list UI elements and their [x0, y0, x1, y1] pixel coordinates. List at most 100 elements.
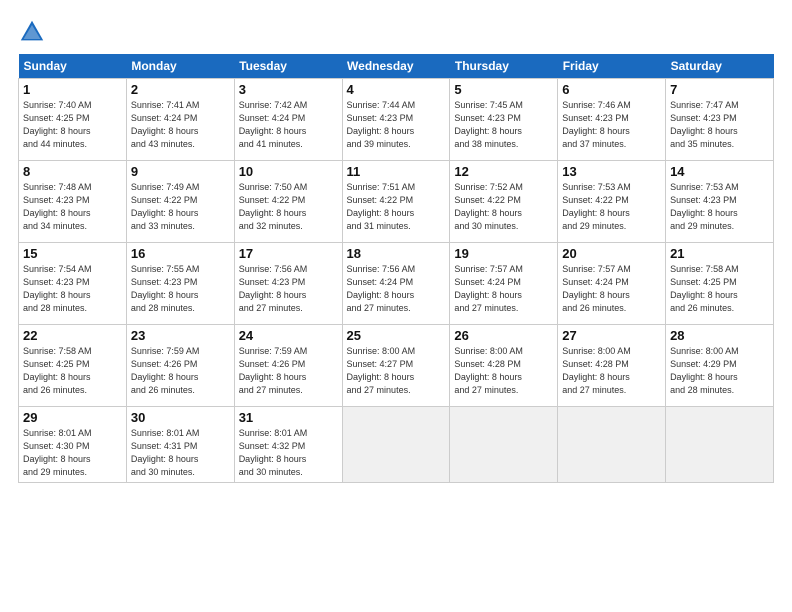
- day-number: 12: [454, 164, 553, 179]
- day-header-monday: Monday: [126, 54, 234, 79]
- day-cell-25: 25 Sunrise: 8:00 AM Sunset: 4:27 PM Dayli…: [342, 325, 450, 407]
- day-number: 4: [347, 82, 446, 97]
- day-cell-3: 3 Sunrise: 7:42 AM Sunset: 4:24 PM Daylig…: [234, 79, 342, 161]
- week-row-4: 22 Sunrise: 7:58 AM Sunset: 4:25 PM Dayli…: [19, 325, 774, 407]
- day-info: Sunrise: 7:54 AM Sunset: 4:23 PM Dayligh…: [23, 263, 122, 315]
- day-number: 6: [562, 82, 661, 97]
- day-header-tuesday: Tuesday: [234, 54, 342, 79]
- day-info: Sunrise: 7:53 AM Sunset: 4:22 PM Dayligh…: [562, 181, 661, 233]
- day-number: 18: [347, 246, 446, 261]
- day-number: 7: [670, 82, 769, 97]
- day-number: 14: [670, 164, 769, 179]
- day-number: 27: [562, 328, 661, 343]
- day-number: 13: [562, 164, 661, 179]
- day-cell-27: 27 Sunrise: 8:00 AM Sunset: 4:28 PM Dayli…: [558, 325, 666, 407]
- day-info: Sunrise: 7:46 AM Sunset: 4:23 PM Dayligh…: [562, 99, 661, 151]
- day-header-wednesday: Wednesday: [342, 54, 450, 79]
- day-number: 8: [23, 164, 122, 179]
- day-number: 5: [454, 82, 553, 97]
- day-number: 9: [131, 164, 230, 179]
- day-cell-28: 28 Sunrise: 8:00 AM Sunset: 4:29 PM Dayli…: [666, 325, 774, 407]
- day-number: 25: [347, 328, 446, 343]
- day-cell-14: 14 Sunrise: 7:53 AM Sunset: 4:23 PM Dayli…: [666, 161, 774, 243]
- day-number: 11: [347, 164, 446, 179]
- day-number: 30: [131, 410, 230, 425]
- day-cell-2: 2 Sunrise: 7:41 AM Sunset: 4:24 PM Daylig…: [126, 79, 234, 161]
- day-number: 31: [239, 410, 338, 425]
- day-cell-8: 8 Sunrise: 7:48 AM Sunset: 4:23 PM Daylig…: [19, 161, 127, 243]
- day-cell-29: 29 Sunrise: 8:01 AM Sunset: 4:30 PM Dayli…: [19, 407, 127, 483]
- day-info: Sunrise: 8:01 AM Sunset: 4:32 PM Dayligh…: [239, 427, 338, 479]
- empty-cell: [450, 407, 558, 483]
- day-cell-11: 11 Sunrise: 7:51 AM Sunset: 4:22 PM Dayli…: [342, 161, 450, 243]
- logo: [18, 18, 50, 46]
- day-cell-18: 18 Sunrise: 7:56 AM Sunset: 4:24 PM Dayli…: [342, 243, 450, 325]
- day-info: Sunrise: 7:58 AM Sunset: 4:25 PM Dayligh…: [23, 345, 122, 397]
- week-row-2: 8 Sunrise: 7:48 AM Sunset: 4:23 PM Daylig…: [19, 161, 774, 243]
- day-cell-12: 12 Sunrise: 7:52 AM Sunset: 4:22 PM Dayli…: [450, 161, 558, 243]
- day-cell-21: 21 Sunrise: 7:58 AM Sunset: 4:25 PM Dayli…: [666, 243, 774, 325]
- day-info: Sunrise: 7:49 AM Sunset: 4:22 PM Dayligh…: [131, 181, 230, 233]
- day-cell-9: 9 Sunrise: 7:49 AM Sunset: 4:22 PM Daylig…: [126, 161, 234, 243]
- day-cell-22: 22 Sunrise: 7:58 AM Sunset: 4:25 PM Dayli…: [19, 325, 127, 407]
- day-number: 10: [239, 164, 338, 179]
- day-info: Sunrise: 8:01 AM Sunset: 4:31 PM Dayligh…: [131, 427, 230, 479]
- day-cell-30: 30 Sunrise: 8:01 AM Sunset: 4:31 PM Dayli…: [126, 407, 234, 483]
- day-info: Sunrise: 7:48 AM Sunset: 4:23 PM Dayligh…: [23, 181, 122, 233]
- week-row-3: 15Sunrise: 7:54 AM Sunset: 4:23 PM Dayli…: [19, 243, 774, 325]
- day-number: 28: [670, 328, 769, 343]
- day-info: Sunrise: 8:00 AM Sunset: 4:29 PM Dayligh…: [670, 345, 769, 397]
- day-info: Sunrise: 8:00 AM Sunset: 4:28 PM Dayligh…: [562, 345, 661, 397]
- day-info: Sunrise: 7:58 AM Sunset: 4:25 PM Dayligh…: [670, 263, 769, 315]
- day-cell-19: 19Sunrise: 7:57 AM Sunset: 4:24 PM Dayli…: [450, 243, 558, 325]
- day-info: Sunrise: 7:47 AM Sunset: 4:23 PM Dayligh…: [670, 99, 769, 151]
- day-info: Sunrise: 7:44 AM Sunset: 4:23 PM Dayligh…: [347, 99, 446, 151]
- day-number: 26: [454, 328, 553, 343]
- day-info: Sunrise: 7:50 AM Sunset: 4:22 PM Dayligh…: [239, 181, 338, 233]
- day-cell-13: 13 Sunrise: 7:53 AM Sunset: 4:22 PM Dayli…: [558, 161, 666, 243]
- empty-cell: [342, 407, 450, 483]
- day-number: 3: [239, 82, 338, 97]
- day-number: 21: [670, 246, 769, 261]
- empty-cell: [558, 407, 666, 483]
- day-info: Sunrise: 7:41 AM Sunset: 4:24 PM Dayligh…: [131, 99, 230, 151]
- day-cell-16: 16Sunrise: 7:55 AM Sunset: 4:23 PM Dayli…: [126, 243, 234, 325]
- day-cell-15: 15Sunrise: 7:54 AM Sunset: 4:23 PM Dayli…: [19, 243, 127, 325]
- day-header-saturday: Saturday: [666, 54, 774, 79]
- day-number: 1: [23, 82, 122, 97]
- day-info: Sunrise: 8:01 AM Sunset: 4:30 PM Dayligh…: [23, 427, 122, 479]
- day-header-thursday: Thursday: [450, 54, 558, 79]
- day-number: 29: [23, 410, 122, 425]
- day-cell-23: 23 Sunrise: 7:59 AM Sunset: 4:26 PM Dayli…: [126, 325, 234, 407]
- day-info: Sunrise: 7:52 AM Sunset: 4:22 PM Dayligh…: [454, 181, 553, 233]
- day-info: Sunrise: 7:42 AM Sunset: 4:24 PM Dayligh…: [239, 99, 338, 151]
- day-number: 23: [131, 328, 230, 343]
- day-number: 22: [23, 328, 122, 343]
- day-info: Sunrise: 7:56 AM Sunset: 4:23 PM Dayligh…: [239, 263, 338, 315]
- day-info: Sunrise: 8:00 AM Sunset: 4:27 PM Dayligh…: [347, 345, 446, 397]
- day-cell-7: 7 Sunrise: 7:47 AM Sunset: 4:23 PM Daylig…: [666, 79, 774, 161]
- day-number: 2: [131, 82, 230, 97]
- day-info: Sunrise: 7:45 AM Sunset: 4:23 PM Dayligh…: [454, 99, 553, 151]
- day-header-row: SundayMondayTuesdayWednesdayThursdayFrid…: [19, 54, 774, 79]
- day-info: Sunrise: 7:59 AM Sunset: 4:26 PM Dayligh…: [131, 345, 230, 397]
- day-info: Sunrise: 7:40 AM Sunset: 4:25 PM Dayligh…: [23, 99, 122, 151]
- day-cell-1: 1 Sunrise: 7:40 AM Sunset: 4:25 PM Daylig…: [19, 79, 127, 161]
- calendar-table: SundayMondayTuesdayWednesdayThursdayFrid…: [18, 54, 774, 483]
- day-number: 20: [562, 246, 661, 261]
- day-cell-5: 5 Sunrise: 7:45 AM Sunset: 4:23 PM Daylig…: [450, 79, 558, 161]
- day-info: Sunrise: 8:00 AM Sunset: 4:28 PM Dayligh…: [454, 345, 553, 397]
- day-header-sunday: Sunday: [19, 54, 127, 79]
- week-row-1: 1 Sunrise: 7:40 AM Sunset: 4:25 PM Daylig…: [19, 79, 774, 161]
- day-number: 17: [239, 246, 338, 261]
- day-cell-20: 20Sunrise: 7:57 AM Sunset: 4:24 PM Dayli…: [558, 243, 666, 325]
- day-info: Sunrise: 7:55 AM Sunset: 4:23 PM Dayligh…: [131, 263, 230, 315]
- day-info: Sunrise: 7:51 AM Sunset: 4:22 PM Dayligh…: [347, 181, 446, 233]
- day-header-friday: Friday: [558, 54, 666, 79]
- day-cell-31: 31 Sunrise: 8:01 AM Sunset: 4:32 PM Dayli…: [234, 407, 342, 483]
- logo-icon: [18, 18, 46, 46]
- day-cell-24: 24Sunrise: 7:59 AM Sunset: 4:26 PM Dayli…: [234, 325, 342, 407]
- day-info: Sunrise: 7:56 AM Sunset: 4:24 PM Dayligh…: [347, 263, 446, 315]
- day-info: Sunrise: 7:53 AM Sunset: 4:23 PM Dayligh…: [670, 181, 769, 233]
- day-cell-6: 6 Sunrise: 7:46 AM Sunset: 4:23 PM Daylig…: [558, 79, 666, 161]
